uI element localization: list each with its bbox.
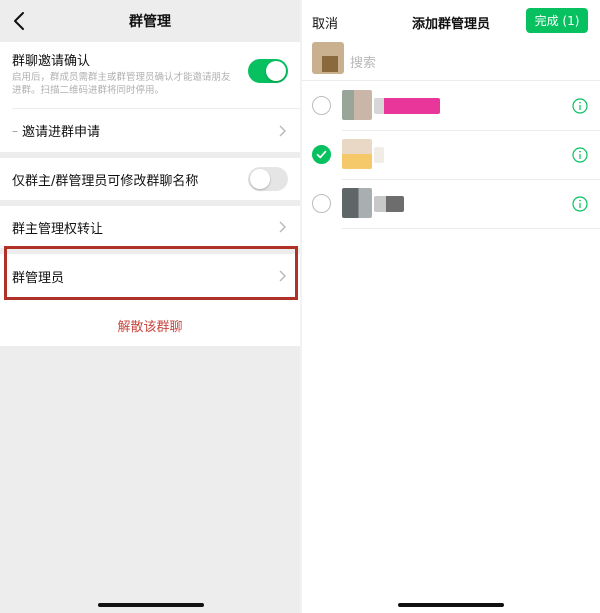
select-radio-checked[interactable] (312, 145, 331, 164)
invite-settings-card: 群聊邀请确认 启用后，群成员需群主或群管理员确认才能邀请朋友进群。扫描二维码进群… (0, 42, 300, 152)
toggle-knob (250, 169, 270, 189)
toggle-knob (266, 61, 286, 81)
nav-bar: 群管理 (0, 0, 300, 42)
info-icon[interactable] (572, 196, 588, 212)
add-admins-screen: 取消 添加群管理员 完成 (1) 搜索 (302, 0, 600, 613)
owner-admin-rename-row: 仅群主/群管理员可修改群聊名称 (0, 158, 300, 200)
dash-mark: – (12, 123, 18, 138)
contact-avatar (342, 139, 372, 169)
divider (302, 80, 600, 81)
invite-confirm-toggle[interactable] (248, 59, 288, 83)
chevron-right-icon (279, 125, 286, 137)
info-icon[interactable] (572, 98, 588, 114)
search-bar[interactable]: 搜索 (302, 42, 600, 80)
nav-bar: 取消 添加群管理员 完成 (1) (302, 0, 600, 42)
done-button[interactable]: 完成 (1) (526, 8, 588, 33)
invite-confirm-row: 群聊邀请确认 启用后，群成员需群主或群管理员确认才能邀请朋友进群。扫描二维码进群… (0, 50, 300, 108)
select-radio[interactable] (312, 96, 331, 115)
search-input[interactable]: 搜索 (350, 52, 376, 71)
transfer-owner-row[interactable]: 群主管理权转让 (0, 206, 300, 248)
group-management-screen: 群管理 群聊邀请确认 启用后，群成员需群主或群管理员确认才能邀请朋友进群。扫描二… (0, 0, 300, 613)
home-indicator (98, 603, 204, 607)
invite-requests-label: 邀请进群申请 (22, 125, 101, 140)
contact-avatar (342, 188, 372, 218)
invite-requests-row[interactable]: – 邀请进群申请 (0, 109, 300, 152)
owner-admin-rename-label: 仅群主/群管理员可修改群聊名称 (12, 173, 199, 189)
contact-row[interactable] (302, 180, 600, 228)
contact-name-blurred (374, 98, 440, 114)
contact-name-blurred (374, 196, 404, 212)
home-indicator (398, 603, 504, 607)
select-radio[interactable] (312, 194, 331, 213)
contact-name-blurred (374, 147, 384, 163)
page-title: 群管理 (129, 14, 171, 30)
dissolve-group-button[interactable]: 解散该群聊 (0, 316, 300, 335)
invite-confirm-label: 群聊邀请确认 (12, 54, 91, 69)
contact-avatar (342, 90, 372, 120)
divider (342, 228, 600, 229)
contact-row[interactable] (302, 131, 600, 179)
avatar-shade (322, 56, 338, 72)
info-icon[interactable] (572, 147, 588, 163)
owner-admin-rename-toggle[interactable] (248, 167, 288, 191)
checkmark-icon (316, 150, 327, 159)
transfer-owner-label: 群主管理权转让 (12, 221, 104, 237)
rename-permission-card: 仅群主/群管理员可修改群聊名称 (0, 158, 300, 200)
selected-avatar[interactable] (312, 42, 344, 74)
contact-row[interactable] (302, 82, 600, 130)
invite-confirm-description: 启用后，群成员需群主或群管理员确认才能邀请朋友进群。扫描二维码进群将同时停用。 (12, 72, 231, 96)
chevron-right-icon (279, 221, 286, 233)
back-arrow-icon[interactable] (10, 9, 30, 33)
highlight-box (4, 246, 298, 300)
